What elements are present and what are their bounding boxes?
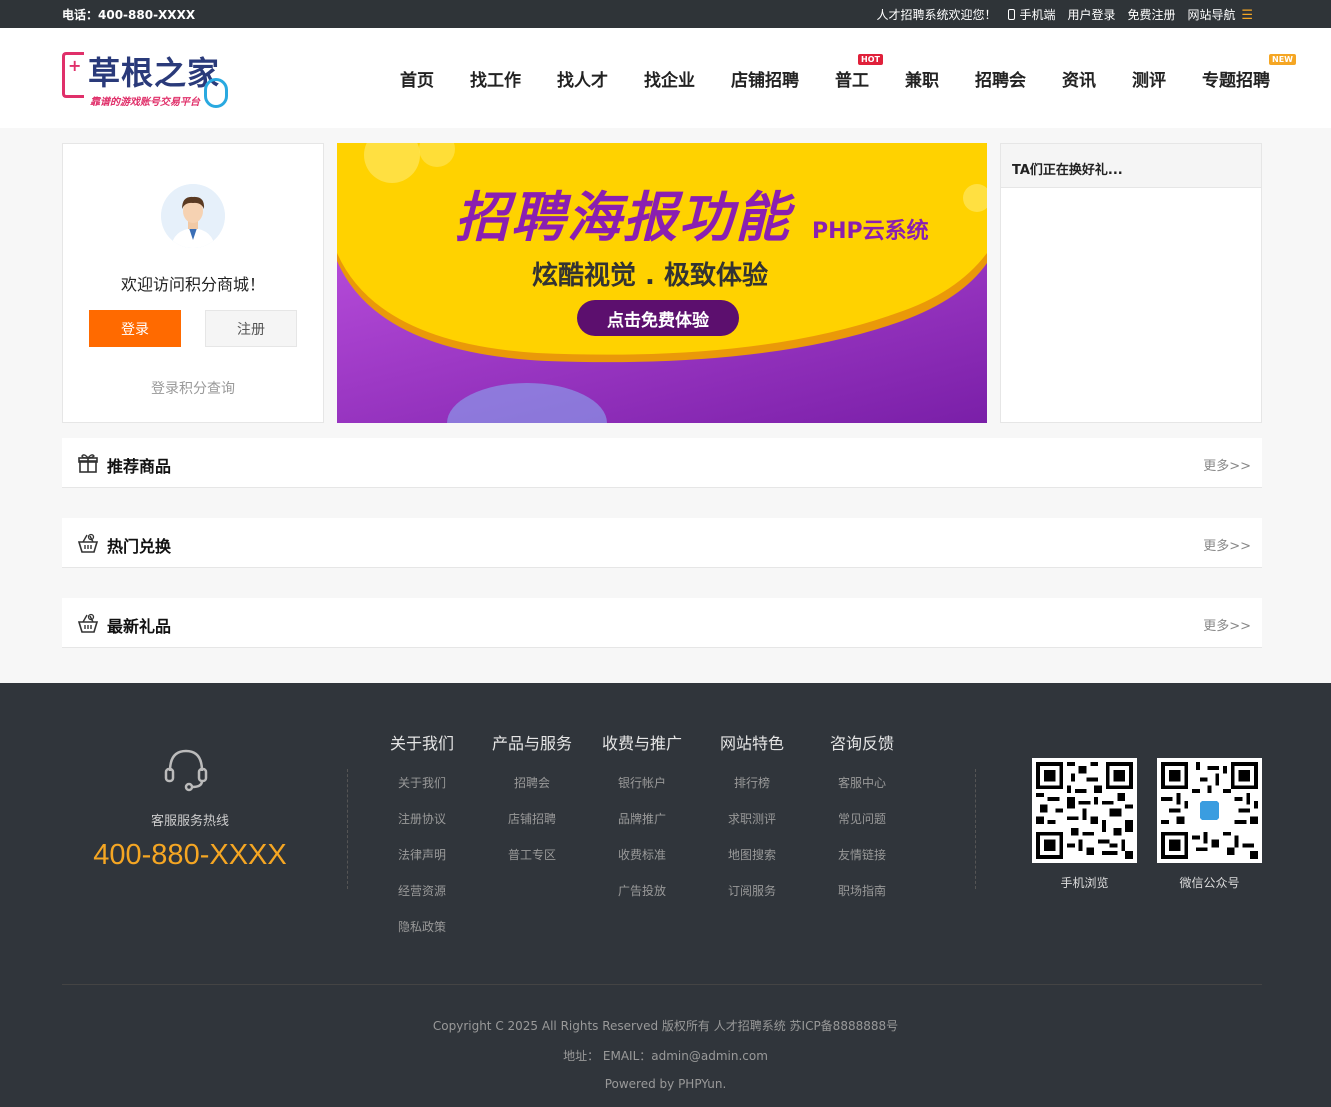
section-title: 推荐商品 xyxy=(107,457,172,476)
nav-item-special-recruit[interactable]: 专题招聘 NEW xyxy=(1184,54,1296,91)
nav-item-job-fair[interactable]: 招聘会 xyxy=(957,66,1044,91)
footer-link[interactable]: 注册协议 xyxy=(367,810,477,846)
banner-slogan: 炫酷视觉 . 极致体验 xyxy=(532,261,768,291)
footer: 客服服务热线 400-880-XXXX 关于我们 关于我们 注册协议 法律声明 … xyxy=(0,683,1331,1107)
site-logo[interactable]: + 草根之家 靠谱的游戏账号交易平台 xyxy=(62,48,232,108)
qr-label-wechat: 微信公众号 xyxy=(1179,876,1240,890)
footer-divider xyxy=(347,769,348,889)
section-recommended: 推荐商品 更多>> xyxy=(62,438,1262,488)
footer-col-title: 产品与服务 xyxy=(491,734,572,753)
footer-link[interactable]: 招聘会 xyxy=(477,774,587,810)
footer-col-features: 网站特色 排行榜 求职测评 地图搜索 订阅服务 xyxy=(697,730,807,918)
nav-item-find-job[interactable]: 找工作 xyxy=(452,66,539,91)
welcome-text: 人才招聘系统欢迎您！ xyxy=(876,8,997,22)
footer-link[interactable]: 职场指南 xyxy=(807,882,917,918)
login-button[interactable]: 登录 xyxy=(89,310,181,347)
contact-address: 地址： EMAIL：admin@admin.com xyxy=(563,1049,768,1063)
welcome-message: 欢迎访问积分商城！ xyxy=(120,275,265,294)
footer-divider xyxy=(62,984,1262,985)
footer-link[interactable]: 收费标准 xyxy=(587,846,697,882)
footer-link[interactable]: 经营资源 xyxy=(367,882,477,918)
footer-col-title: 收费与推广 xyxy=(601,734,682,753)
copyright-text: Copyright C 2025 All Rights Reserved 版权所… xyxy=(432,1019,899,1033)
section-hot-exchange: 热门兑换 更多>> xyxy=(62,518,1262,568)
promo-banner[interactable]: 招聘海报功能 PHP云系统 炫酷视觉 . 极致体验 点击免费体验 xyxy=(337,143,987,423)
hotline-number: 400-880-XXXX xyxy=(93,839,287,871)
hotline-label: 客服服务热线 xyxy=(150,814,229,829)
qr-code-mobile xyxy=(1032,758,1137,863)
user-panel: 欢迎访问积分商城！ 登录 注册 登录积分查询 xyxy=(62,143,324,423)
avatar xyxy=(161,184,225,248)
hot-badge: HOT xyxy=(858,54,883,65)
section-title: 最新礼品 xyxy=(107,617,172,636)
footer-col-feedback: 咨询反馈 客服中心 常见问题 友情链接 职场指南 xyxy=(807,730,917,918)
footer-link[interactable]: 广告投放 xyxy=(587,882,697,918)
footer-link[interactable]: 订阅服务 xyxy=(697,882,807,918)
gift-icon xyxy=(78,454,98,473)
main-nav: 首页 找工作 找人才 找企业 店铺招聘 普工 HOT 兼职 招聘会 资讯 测评 专… xyxy=(382,54,1296,91)
footer-col-title: 关于我们 xyxy=(389,734,454,753)
top-bar: 电话：400-880-XXXX 人才招聘系统欢迎您！ 手机端 用户登录 免费注册… xyxy=(0,0,1331,28)
free-register-link[interactable]: 免费注册 xyxy=(1127,6,1175,23)
footer-col-about: 关于我们 关于我们 注册协议 法律声明 经营资源 隐私政策 xyxy=(367,730,477,954)
contact-phone: 电话：400-880-XXXX xyxy=(62,8,196,22)
register-button[interactable]: 注册 xyxy=(205,310,297,347)
section-title: 热门兑换 xyxy=(107,537,172,556)
footer-link[interactable]: 常见问题 xyxy=(807,810,917,846)
footer-col-title: 网站特色 xyxy=(719,734,784,753)
qr-code-wechat xyxy=(1157,758,1262,863)
banner-title: 招聘海报功能 xyxy=(455,186,791,249)
nav-item-general-worker[interactable]: 普工 HOT xyxy=(817,54,887,91)
footer-link[interactable]: 排行榜 xyxy=(697,774,807,810)
nav-item-home[interactable]: 首页 xyxy=(382,66,452,91)
exchange-feed-title: TA们正在换好礼... xyxy=(1001,144,1261,188)
footer-link[interactable]: 地图搜索 xyxy=(697,846,807,882)
top-links: 人才招聘系统欢迎您！ 手机端 用户登录 免费注册 网站导航 ☰ xyxy=(876,6,1253,23)
footer-link[interactable]: 银行帐户 xyxy=(587,774,697,810)
logo-text: 草根之家 xyxy=(88,54,221,92)
mobile-link[interactable]: 手机端 xyxy=(1008,6,1055,23)
headset-icon xyxy=(164,749,208,792)
exchange-feed-panel: TA们正在换好礼... xyxy=(1000,143,1262,423)
nav-item-assessment[interactable]: 测评 xyxy=(1114,66,1184,91)
mouse-icon xyxy=(204,78,228,108)
nav-item-news[interactable]: 资讯 xyxy=(1044,66,1114,91)
basket-icon xyxy=(78,533,98,553)
footer-divider xyxy=(975,769,976,889)
footer-col-products: 产品与服务 招聘会 店铺招聘 普工专区 xyxy=(477,730,587,882)
footer-link[interactable]: 客服中心 xyxy=(807,774,917,810)
footer-col-pricing: 收费与推广 银行帐户 品牌推广 收费标准 广告投放 xyxy=(587,730,697,918)
free-trial-button[interactable]: 点击免费体验 xyxy=(577,300,739,336)
footer-link[interactable]: 隐私政策 xyxy=(367,918,477,954)
header: + 草根之家 靠谱的游戏账号交易平台 首页 找工作 找人才 找企业 店铺招聘 普… xyxy=(0,28,1331,128)
footer-link[interactable]: 友情链接 xyxy=(807,846,917,882)
footer-link[interactable]: 店铺招聘 xyxy=(477,810,587,846)
nav-item-shop-recruit[interactable]: 店铺招聘 xyxy=(713,66,817,91)
nav-item-find-company[interactable]: 找企业 xyxy=(626,66,713,91)
footer-col-title: 咨询反馈 xyxy=(829,734,894,753)
menu-icon: ☰ xyxy=(1241,8,1253,23)
footer-link[interactable]: 法律声明 xyxy=(367,846,477,882)
footer-link[interactable]: 普工专区 xyxy=(477,846,587,882)
basket-icon xyxy=(78,613,98,633)
logo-slogan: 靠谱的游戏账号交易平台 xyxy=(90,97,200,108)
footer-link[interactable]: 品牌推广 xyxy=(587,810,697,846)
points-query-link[interactable]: 登录积分查询 xyxy=(63,378,323,398)
new-badge: NEW xyxy=(1269,54,1296,65)
more-link[interactable]: 更多>> xyxy=(1203,535,1251,554)
section-new-gifts: 最新礼品 更多>> xyxy=(62,598,1262,648)
footer-link[interactable]: 求职测评 xyxy=(697,810,807,846)
mobile-phone-icon xyxy=(1008,9,1016,20)
banner-brand: PHP云系统 xyxy=(812,219,929,244)
qr-label-mobile: 手机浏览 xyxy=(1060,876,1109,890)
nav-item-find-talent[interactable]: 找人才 xyxy=(539,66,626,91)
plus-icon: + xyxy=(68,56,82,75)
nav-item-part-time[interactable]: 兼职 xyxy=(887,66,957,91)
powered-by[interactable]: Powered by PHPYun. xyxy=(0,1077,1331,1091)
more-link[interactable]: 更多>> xyxy=(1203,615,1251,634)
site-nav-link[interactable]: 网站导航 ☰ xyxy=(1188,6,1254,23)
user-login-link[interactable]: 用户登录 xyxy=(1067,6,1115,23)
more-link[interactable]: 更多>> xyxy=(1203,455,1251,474)
footer-link[interactable]: 关于我们 xyxy=(367,774,477,810)
